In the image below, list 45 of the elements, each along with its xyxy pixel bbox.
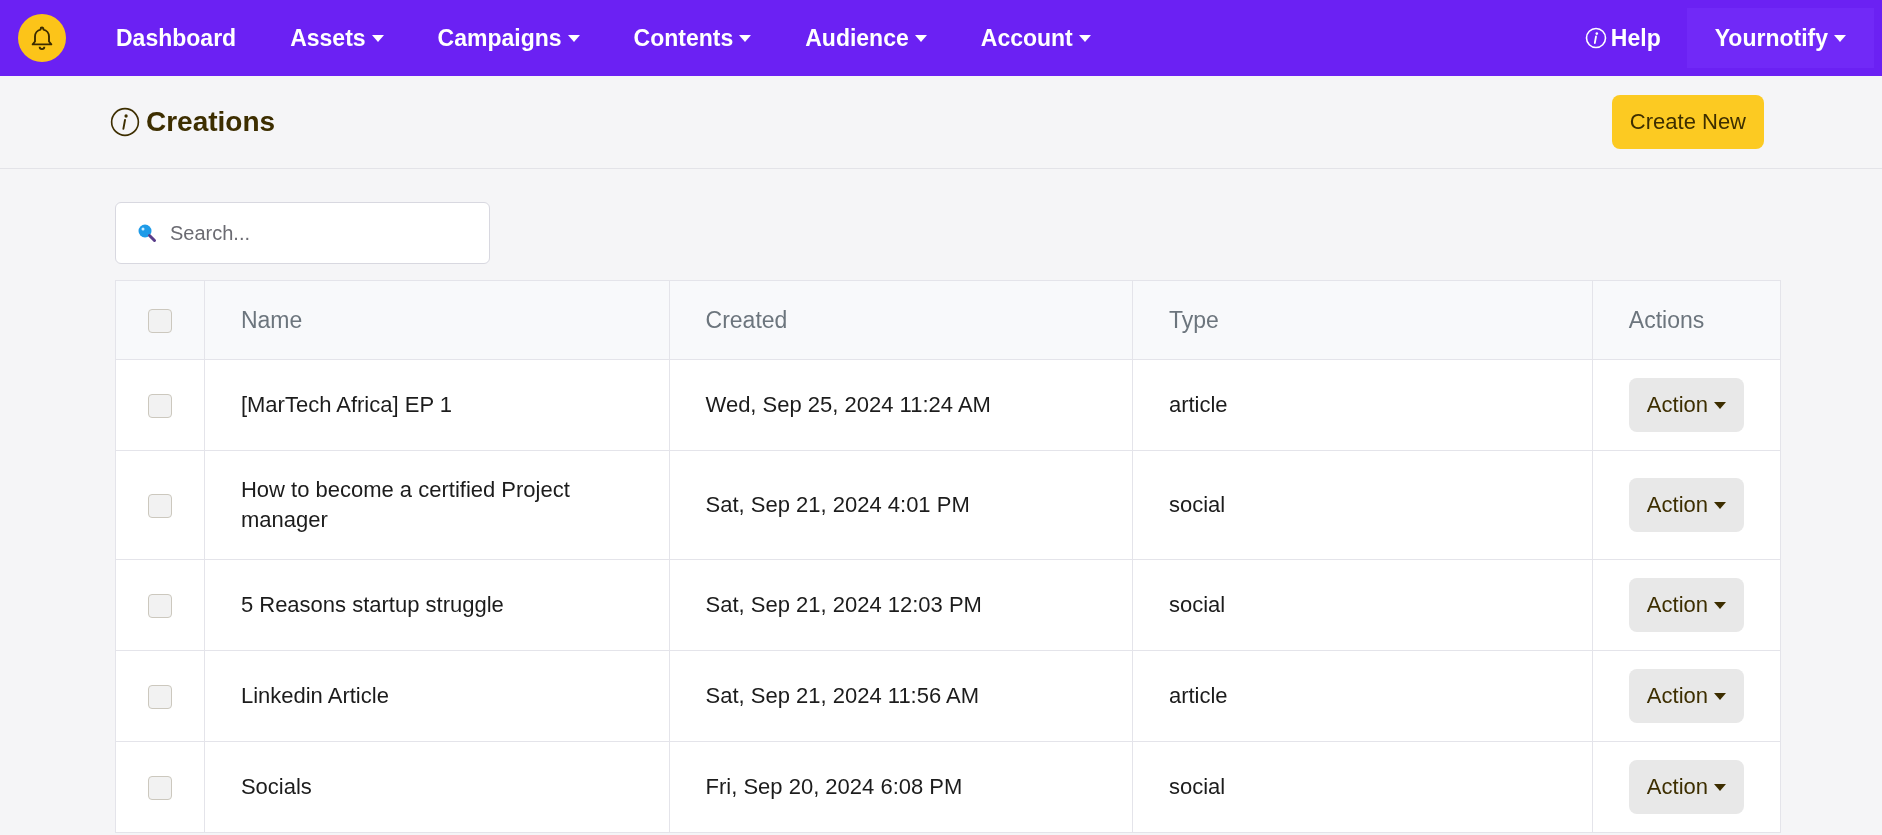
nav-menu-item[interactable]: Campaigns <box>437 24 580 52</box>
name-cell-text: Socials <box>240 773 312 802</box>
action-dropdown-button[interactable]: Action <box>1628 478 1744 532</box>
info-icon <box>110 107 140 137</box>
nav-menu-item[interactable]: Account <box>980 24 1091 52</box>
row-checkbox[interactable] <box>147 776 172 801</box>
name-cell-text: How to become a certified Project manager <box>240 476 571 534</box>
action-dropdown-button[interactable]: Action <box>1628 378 1744 432</box>
column-header: Name <box>240 306 303 333</box>
column-header: Actions <box>1628 306 1705 333</box>
create-new-button[interactable]: Create New <box>1611 95 1764 149</box>
page-title: Creations <box>146 106 276 138</box>
created-cell: Fri, Sep 20, 2024 6:08 PM <box>705 774 963 800</box>
type-cell: article <box>1168 392 1228 418</box>
name-cell-text: Linkedin Article <box>240 682 389 711</box>
created-cell: Sat, Sep 21, 2024 12:03 PM <box>705 592 982 618</box>
action-dropdown-button[interactable]: Action <box>1628 578 1744 632</box>
column-header: Type <box>1168 306 1219 333</box>
row-checkbox[interactable] <box>147 685 172 710</box>
column-header: Created <box>705 306 788 333</box>
nav-menu-item[interactable]: Dashboard <box>116 24 237 52</box>
magnifier-icon <box>137 223 157 243</box>
created-cell: Sat, Sep 21, 2024 11:56 AM <box>705 683 980 709</box>
help-link[interactable]: Help <box>1584 24 1661 52</box>
row-checkbox[interactable] <box>147 394 172 419</box>
created-cell: Sat, Sep 21, 2024 4:01 PM <box>705 492 970 518</box>
user-menu[interactable]: Yournotify <box>1686 8 1874 68</box>
name-cell-text: [MarTech Africa] EP 1 <box>240 391 453 420</box>
action-dropdown-button[interactable]: Action <box>1628 669 1744 723</box>
name-cell-text: 5 Reasons startup struggle <box>240 591 504 620</box>
created-cell: Wed, Sep 25, 2024 11:24 AM <box>705 392 991 418</box>
type-cell: social <box>1168 592 1226 618</box>
type-cell: social <box>1168 492 1226 518</box>
search-field[interactable]: Search... <box>115 202 490 264</box>
bell-logo-icon[interactable] <box>18 14 66 62</box>
nav-menu-item[interactable]: Audience <box>805 24 927 52</box>
type-cell: article <box>1168 683 1228 709</box>
row-checkbox[interactable] <box>147 594 172 619</box>
nav-menu-item[interactable]: Contents <box>633 24 752 52</box>
row-checkbox[interactable] <box>147 494 172 519</box>
select-all-checkbox[interactable] <box>147 309 172 334</box>
nav-menu-item[interactable]: Assets <box>290 24 384 52</box>
action-dropdown-button[interactable]: Action <box>1628 760 1744 814</box>
info-icon <box>1584 27 1607 49</box>
type-cell: social <box>1168 774 1226 800</box>
